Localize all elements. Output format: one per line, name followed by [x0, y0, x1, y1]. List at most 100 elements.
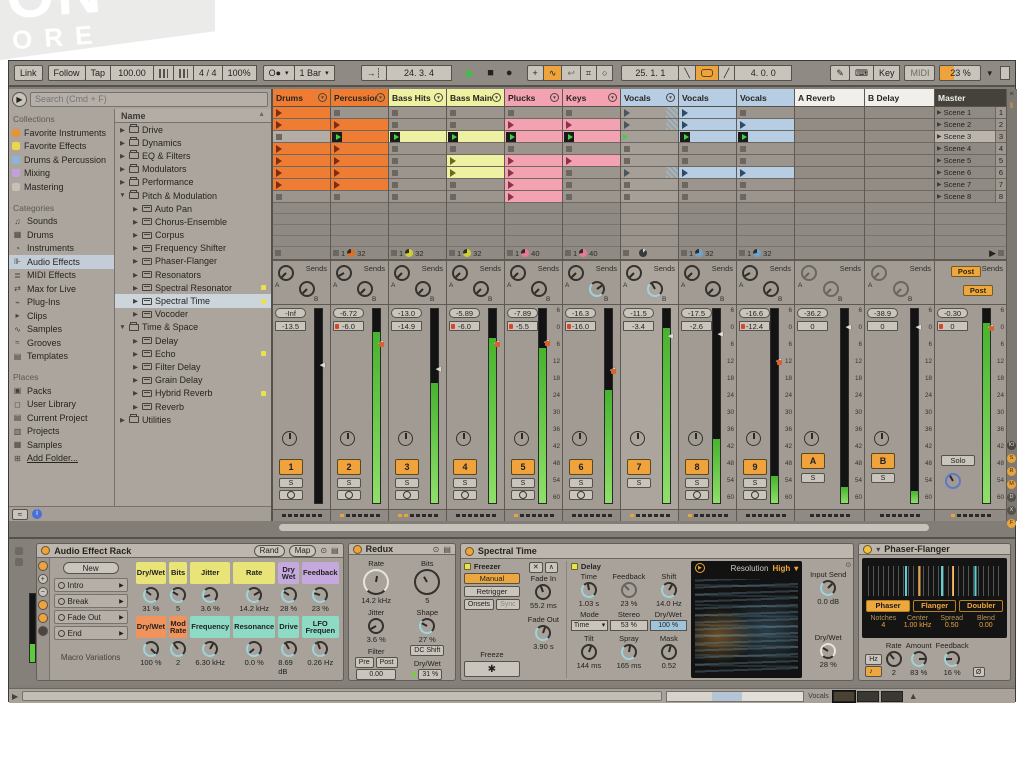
- send-b-knob[interactable]: [531, 281, 547, 297]
- clip-slot[interactable]: [679, 191, 736, 203]
- param-value[interactable]: 55.2 ms: [530, 601, 557, 610]
- master-solo-button[interactable]: Solo: [941, 455, 975, 466]
- io-meter-icon[interactable]: ⫴: [1007, 103, 1016, 113]
- macro-knob[interactable]: [170, 587, 186, 603]
- tab-phaser[interactable]: Phaser: [866, 600, 910, 612]
- fader-handle[interactable]: ◀: [718, 330, 723, 338]
- expand-arrow[interactable]: ▶: [132, 257, 139, 265]
- rate-knob[interactable]: [886, 651, 902, 667]
- fade-out-knob[interactable]: [535, 625, 551, 641]
- peak-level-display[interactable]: -16.6: [739, 308, 770, 318]
- spectro-play-icon[interactable]: ▶: [695, 563, 705, 573]
- arrangement-position-field[interactable]: 24. 3. 4: [386, 65, 452, 81]
- solo-button[interactable]: S: [801, 473, 825, 483]
- sidebar-item-max-for-live[interactable]: ⇄Max for Live: [9, 282, 114, 296]
- rack-chain-toggle[interactable]: [38, 600, 48, 610]
- clip-slot[interactable]: [505, 191, 562, 203]
- stop-all-clips-button[interactable]: [998, 250, 1004, 256]
- time-signature-field[interactable]: 4 / 4: [193, 65, 223, 81]
- peak-level-display[interactable]: -5.89: [449, 308, 480, 318]
- shift-knob[interactable]: [661, 582, 677, 598]
- solo-button[interactable]: S: [569, 478, 593, 488]
- scene-row[interactable]: ▶Scene 66: [935, 167, 1006, 179]
- curve-button[interactable]: ∧: [545, 562, 558, 573]
- sidebar-item-clips[interactable]: ▸Clips: [9, 309, 114, 323]
- clip-slot[interactable]: [563, 191, 620, 203]
- time-knob[interactable]: [581, 582, 597, 598]
- track-menu-icon[interactable]: ▾: [608, 93, 617, 102]
- clip-slot[interactable]: [621, 143, 678, 155]
- phaser-param[interactable]: Blend0.00: [969, 615, 1003, 629]
- pan-knob[interactable]: [874, 431, 889, 446]
- clip-slot[interactable]: [563, 143, 620, 155]
- new-variation-button[interactable]: New: [63, 562, 119, 574]
- track-header[interactable]: Vocals: [679, 89, 736, 107]
- browser-tree-item[interactable]: ▶Grain Delay: [115, 374, 271, 387]
- clip-slot[interactable]: [679, 155, 736, 167]
- clip-slot[interactable]: [331, 131, 388, 143]
- track-activator-button[interactable]: 5: [511, 459, 535, 475]
- track-menu-icon[interactable]: ▾: [666, 93, 675, 102]
- solo-button[interactable]: S: [337, 478, 361, 488]
- track-header[interactable]: Percussion▾: [331, 89, 388, 107]
- track-header[interactable]: Bass Hits▾: [389, 89, 446, 107]
- clip-slot[interactable]: [447, 191, 504, 203]
- clip-slot[interactable]: [563, 107, 620, 119]
- solo-button[interactable]: S: [511, 478, 535, 488]
- expand-arrow[interactable]: ▶: [119, 178, 126, 186]
- expand-arrow[interactable]: ▼: [119, 192, 126, 199]
- pan-knob[interactable]: [398, 431, 413, 446]
- param-value[interactable]: 28 %: [820, 660, 837, 669]
- variation-launch-icon[interactable]: ▶: [119, 582, 124, 589]
- macro-value[interactable]: 23 %: [312, 604, 329, 613]
- scene-number[interactable]: 3: [995, 131, 1006, 142]
- pan-knob[interactable]: [456, 431, 471, 446]
- jitter-knob[interactable]: [368, 618, 384, 634]
- tab-flanger[interactable]: Flanger: [913, 600, 957, 612]
- clip-slot[interactable]: [389, 143, 446, 155]
- browser-tree-item[interactable]: ▶Frequency Shifter: [115, 242, 271, 255]
- sidebar-item-sounds[interactable]: ♫Sounds: [9, 215, 114, 229]
- pan-knob[interactable]: [340, 431, 355, 446]
- macro-variation-item[interactable]: End▶: [54, 626, 128, 640]
- clip-slot[interactable]: [621, 179, 678, 191]
- sidebar-item-samples[interactable]: ▦Samples: [9, 438, 114, 452]
- send-a-knob[interactable]: [684, 265, 700, 281]
- arm-button[interactable]: [685, 490, 709, 500]
- clip-overview[interactable]: [666, 691, 804, 702]
- volume-field[interactable]: -16.0: [565, 321, 596, 331]
- clip-slot[interactable]: [389, 167, 446, 179]
- link-button[interactable]: Link: [14, 65, 43, 81]
- volume-field[interactable]: -6.0: [333, 321, 364, 331]
- scene-row[interactable]: ▶Scene 22: [935, 119, 1006, 131]
- param-value[interactable]: 3.90 s: [533, 642, 553, 651]
- master-track-header[interactable]: Master: [935, 89, 1006, 107]
- hot-swap-icon[interactable]: ⊙: [320, 546, 327, 555]
- peak-level-display[interactable]: -38.9: [867, 308, 898, 318]
- macro-knob[interactable]: [143, 641, 159, 657]
- mixer-section-toggle-s[interactable]: S: [1007, 454, 1016, 463]
- phaser-param[interactable]: Spread0.50: [935, 615, 969, 629]
- fader-handle[interactable]: ◀: [320, 361, 325, 369]
- macro-value[interactable]: 31 %: [142, 604, 159, 613]
- clip-slot[interactable]: [563, 155, 620, 167]
- send-b-knob[interactable]: [299, 281, 315, 297]
- sidebar-item-midi-effects[interactable]: ≣MIDI Effects: [9, 269, 114, 283]
- volume-field[interactable]: -12.4: [739, 321, 770, 331]
- macro-value[interactable]: 8.69 dB: [278, 658, 299, 676]
- scene-number[interactable]: 6: [995, 167, 1006, 178]
- capture-midi-button[interactable]: ⌗: [580, 65, 597, 81]
- new-button[interactable]: +: [527, 65, 544, 81]
- send-a-knob[interactable]: [510, 265, 526, 281]
- filter-value[interactable]: 0.00: [356, 669, 396, 680]
- onsets-button[interactable]: Onsets: [464, 599, 494, 610]
- expand-arrow[interactable]: ▶: [132, 244, 139, 252]
- param-value[interactable]: 27 %: [419, 635, 436, 644]
- arm-button[interactable]: [453, 490, 477, 500]
- clip-stop-row[interactable]: 140: [505, 247, 562, 261]
- expand-arrow[interactable]: ▼: [119, 324, 126, 331]
- mixer-section-toggle-m[interactable]: M: [1007, 480, 1016, 489]
- rack-device-toggle[interactable]: [38, 613, 48, 623]
- param-value[interactable]: 14.2 kHz: [361, 596, 391, 605]
- scene-number[interactable]: 4: [995, 143, 1006, 154]
